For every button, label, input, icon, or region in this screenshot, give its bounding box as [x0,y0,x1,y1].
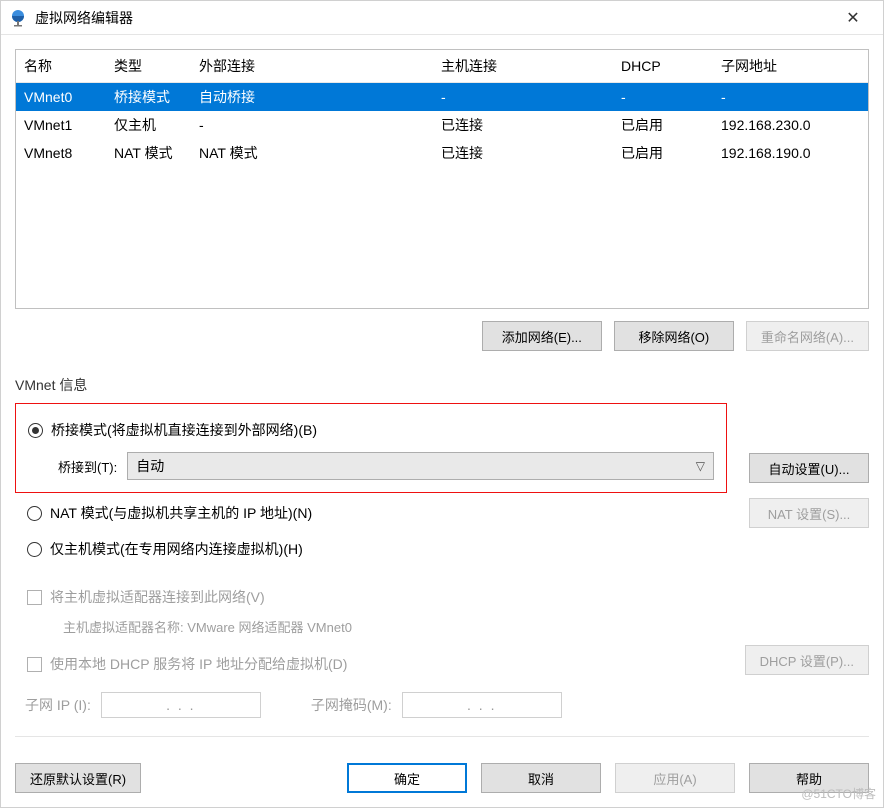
cell-external: - [191,111,433,139]
titlebar: 虚拟网络编辑器 ✕ [1,1,883,35]
bridge-to-label: 桥接到(T): [58,457,117,476]
col-header-type[interactable]: 类型 [106,50,191,83]
cell-name: VMnet8 [16,139,106,167]
radio-icon [28,423,43,438]
col-header-subnet[interactable]: 子网地址 [713,50,868,83]
col-header-dhcp[interactable]: DHCP [613,50,713,83]
use-local-dhcp-label: 使用本地 DHCP 服务将 IP 地址分配给虚拟机(D) [50,654,347,674]
ok-button[interactable]: 确定 [347,763,467,793]
auto-settings-button[interactable]: 自动设置(U)... [749,453,869,483]
cancel-button[interactable]: 取消 [481,763,601,793]
subnet-mask-label: 子网掩码(M): [311,695,392,715]
nat-mode-radio[interactable]: NAT 模式(与虚拟机共享主机的 IP 地址)(N) [27,497,727,529]
col-header-name[interactable]: 名称 [16,50,106,83]
cell-external: NAT 模式 [191,139,433,167]
add-network-button[interactable]: 添加网络(E)... [482,321,602,351]
subnet-ip-input: . . . [101,692,261,718]
table-row[interactable]: VMnet0 桥接模式 自动桥接 - - - [16,83,868,112]
host-adapter-name-label: 主机虚拟适配器名称: VMware 网络适配器 VMnet0 [27,613,869,636]
bridge-mode-radio[interactable]: 桥接模式(将虚拟机直接连接到外部网络)(B) [28,414,714,446]
nat-settings-button[interactable]: NAT 设置(S)... [749,498,869,528]
vmnet-info-legend: VMnet 信息 [15,377,87,393]
checkbox-icon [27,590,42,605]
cell-name: VMnet0 [16,83,106,112]
network-table[interactable]: 名称 类型 外部连接 主机连接 DHCP 子网地址 VMnet0 桥接模式 自动… [15,49,869,309]
dhcp-settings-button[interactable]: DHCP 设置(P)... [745,645,869,675]
cell-type: NAT 模式 [106,139,191,167]
bridge-to-select[interactable]: 自动 ▽ [127,452,714,480]
cell-dhcp: 已启用 [613,139,713,167]
col-header-external[interactable]: 外部连接 [191,50,433,83]
rename-network-button[interactable]: 重命名网络(A)... [746,321,869,351]
chevron-down-icon: ▽ [696,459,705,473]
table-row[interactable]: VMnet1 仅主机 - 已连接 已启用 192.168.230.0 [16,111,868,139]
cell-subnet: - [713,83,868,112]
cell-name: VMnet1 [16,111,106,139]
table-header-row[interactable]: 名称 类型 外部连接 主机连接 DHCP 子网地址 [16,50,868,83]
watermark: @51CTO博客 [801,785,876,802]
app-icon [9,9,27,27]
restore-defaults-button[interactable]: 还原默认设置(R) [15,763,141,793]
apply-button[interactable]: 应用(A) [615,763,735,793]
checkbox-icon [27,657,42,672]
radio-icon [27,542,42,557]
cell-dhcp: 已启用 [613,111,713,139]
cell-host: 已连接 [433,139,613,167]
cell-subnet: 192.168.230.0 [713,111,868,139]
subnet-ip-label: 子网 IP (I): [25,695,91,715]
radio-icon [27,506,42,521]
cell-subnet: 192.168.190.0 [713,139,868,167]
cell-type: 桥接模式 [106,83,191,112]
cell-host: - [433,83,613,112]
remove-network-button[interactable]: 移除网络(O) [614,321,734,351]
use-local-dhcp-checkbox: 使用本地 DHCP 服务将 IP 地址分配给虚拟机(D) [27,648,727,680]
cell-external: 自动桥接 [191,83,433,112]
window-title: 虚拟网络编辑器 [35,8,133,28]
connect-host-adapter-checkbox: 将主机虚拟适配器连接到此网络(V) [27,581,869,613]
vmnet-info-group: VMnet 信息 桥接模式(将虚拟机直接连接到外部网络)(B) 桥接到(T): … [15,369,869,718]
subnet-mask-input: . . . [402,692,562,718]
col-header-host[interactable]: 主机连接 [433,50,613,83]
cell-type: 仅主机 [106,111,191,139]
cell-host: 已连接 [433,111,613,139]
virtual-network-editor-window: 虚拟网络编辑器 ✕ 名称 类型 外部连接 主机连接 DHCP 子网地址 [0,0,884,808]
close-icon[interactable]: ✕ [831,1,875,35]
connect-host-adapter-label: 将主机虚拟适配器连接到此网络(V) [50,587,265,607]
table-row[interactable]: VMnet8 NAT 模式 NAT 模式 已连接 已启用 192.168.190… [16,139,868,167]
host-only-mode-label: 仅主机模式(在专用网络内连接虚拟机)(H) [50,539,303,559]
cell-dhcp: - [613,83,713,112]
host-only-mode-radio[interactable]: 仅主机模式(在专用网络内连接虚拟机)(H) [27,533,869,565]
nat-mode-label: NAT 模式(与虚拟机共享主机的 IP 地址)(N) [50,503,312,523]
bridge-mode-label: 桥接模式(将虚拟机直接连接到外部网络)(B) [51,420,317,440]
bridge-to-value: 自动 [136,456,164,476]
